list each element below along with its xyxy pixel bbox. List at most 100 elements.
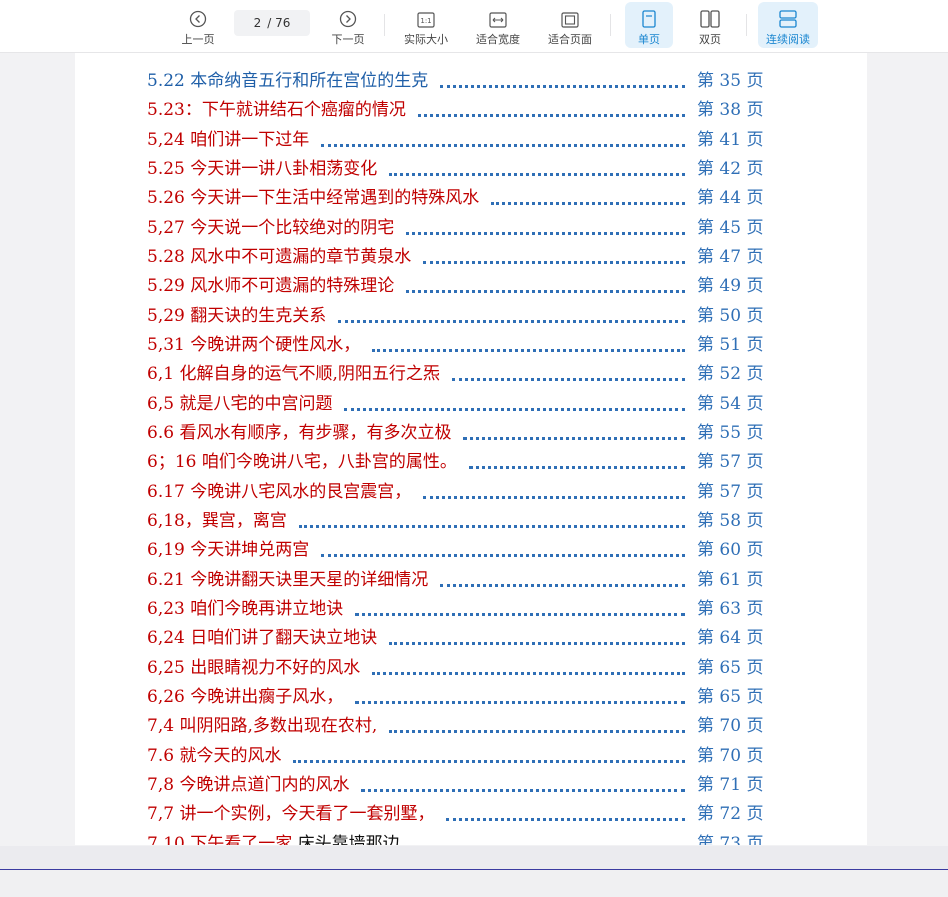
toc-entry[interactable]: 5.23：下午就讲结石个癌瘤的情况 第 38 页 [75, 92, 867, 121]
toc-leader-dots [321, 124, 685, 147]
toc-entry-page: 第 65 页 [697, 686, 764, 707]
toc-leader-dots [491, 182, 685, 206]
toc-entry[interactable]: 6,5 就是八宅的中宫问题 第 54 页 [75, 386, 867, 415]
current-page[interactable]: 2 [254, 16, 262, 30]
toc-entry-title-text: 7.6 就今天的风水 [147, 745, 282, 766]
toc-entry-title: 5.29 风水师不可遗漏的特殊理论 [147, 271, 394, 296]
prev-page-button[interactable]: 上一页 [176, 2, 220, 48]
toc-entry-title: 5.25 今天讲一讲八卦相荡变化 [147, 154, 377, 179]
toc-entry-title: 6；16 咱们今晚讲八宅，八卦宫的属性。 [147, 447, 457, 472]
horizontal-scrollbar[interactable] [0, 846, 948, 870]
toc-entry-title-text: 6,18，巽宫，离宫 [147, 510, 287, 531]
toc-entry[interactable]: 5.22 本命纳音五行和所在宫位的生克 第 35 页 [75, 63, 867, 92]
toc-entry[interactable]: 7.10 下午看了一家 床头靠墙那边 第 73 页 [75, 826, 867, 845]
toc-entry-title: 5,31 今晚讲两个硬性风水， [147, 330, 360, 355]
toc-leader-dots [418, 94, 685, 118]
toc-leader-dots [344, 388, 685, 411]
toc-leader-dots [389, 622, 685, 646]
toc-entry[interactable]: 5,27 今天说一个比较绝对的阴宅 第 45 页 [75, 210, 867, 239]
toc-entry-title-text: 7,7 讲一个实例，今天看了一套别墅， [147, 804, 435, 825]
toc-entry-page: 第 58 页 [697, 510, 764, 531]
toc-entry-page: 第 57 页 [697, 481, 764, 502]
toc-entry[interactable]: 6.17 今晚讲八宅风水的艮宫震宫， 第 57 页 [75, 474, 867, 503]
next-page-button[interactable]: 下一页 [326, 2, 370, 48]
toc-entry-title-text: 6,5 就是八宅的中宫问题 [147, 393, 333, 414]
toc-entry-page: 第 70 页 [697, 716, 764, 737]
toc-entry[interactable]: 5,31 今晚讲两个硬性风水， 第 51 页 [75, 327, 867, 356]
toc-entry-page: 第 64 页 [697, 628, 764, 649]
status-area [0, 870, 948, 897]
toc-entry[interactable]: 5.29 风水师不可遗漏的特殊理论 第 49 页 [75, 268, 867, 297]
toc-entry[interactable]: 5,29 翻天诀的生克关系 第 50 页 [75, 298, 867, 327]
toc-entry[interactable]: 5,24 咱们讲一下过年 第 41 页 [75, 122, 867, 151]
toc-entry[interactable]: 6,25 出眼睛视力不好的风水 第 65 页 [75, 650, 867, 679]
toc-entry[interactable]: 6,19 今天讲坤兑两宫 第 60 页 [75, 532, 867, 561]
toc-entry-page: 第 57 页 [697, 452, 764, 473]
toc-entry-title: 6.21 今晚讲翻天诀里天星的详细情况 [147, 565, 428, 590]
toc-entry[interactable]: 6,23 咱们今晚再讲立地诀 第 63 页 [75, 591, 867, 620]
toc-entry-page: 第 73 页 [697, 833, 764, 845]
toc-entry[interactable]: 6；16 咱们今晚讲八宅，八卦宫的属性。 第 57 页 [75, 444, 867, 473]
double-page-button[interactable]: 双页 [686, 2, 734, 48]
actual-size-button[interactable]: 1:1 实际大小 [400, 2, 452, 48]
toc-entry-title: 6,25 出眼睛视力不好的风水 [147, 653, 360, 678]
toc-entry-title: 6,19 今天讲坤兑两宫 [147, 535, 309, 560]
toc-leader-dots [361, 769, 685, 792]
toc-entry-title: 7.6 就今天的风水 [147, 741, 281, 766]
toc-entry[interactable]: 6.21 今晚讲翻天诀里天星的详细情况 第 61 页 [75, 562, 867, 591]
toc-entry-title: 5.22 本命纳音五行和所在宫位的生克 [147, 66, 428, 91]
toc-entry-title-text: 5,24 咱们讲一下过年 [147, 129, 310, 150]
toc-entry[interactable]: 5.26 今天讲一下生活中经常遇到的特殊风水 第 44 页 [75, 180, 867, 209]
toc-entry[interactable]: 6,18，巽宫，离宫 第 58 页 [75, 503, 867, 532]
continuous-reading-icon [779, 6, 797, 28]
toc-entry-title-text: 5.22 本命纳音五行和所在宫位的生克 [147, 71, 429, 91]
single-page-label: 单页 [638, 33, 660, 46]
toc-leader-dots [321, 534, 685, 558]
chevron-right-icon [339, 6, 357, 28]
toc-entry-page: 第 63 页 [697, 598, 764, 619]
toc-entry-title: 6.17 今晚讲八宅风水的艮宫震宫， [147, 477, 411, 502]
toc-leader-dots [338, 300, 685, 323]
toc-entry-page: 第 38 页 [697, 100, 764, 121]
toc-entry[interactable]: 7,4 叫阴阳路,多数出现在农村, 第 70 页 [75, 708, 867, 737]
fit-page-button[interactable]: 适合页面 [544, 2, 596, 48]
toc-entry-page: 第 45 页 [697, 217, 764, 238]
toc-entry-page: 第 47 页 [697, 246, 764, 267]
toc-entry[interactable]: 7,7 讲一个实例，今天看了一套别墅， 第 72 页 [75, 796, 867, 825]
toc-entry[interactable]: 7,8 今晚讲点道门内的风水 第 71 页 [75, 767, 867, 796]
single-page-icon [642, 6, 656, 28]
page-number-field[interactable]: 2 / 76 [234, 10, 310, 36]
continuous-reading-label: 连续阅读 [766, 33, 810, 46]
toc-leader-dots [372, 329, 685, 352]
toc-entry[interactable]: 5.25 今天讲一讲八卦相荡变化 第 42 页 [75, 151, 867, 180]
toc-entry-page: 第 61 页 [697, 569, 764, 590]
toc-entry-title: 6,5 就是八宅的中宫问题 [147, 389, 332, 414]
toc-entry[interactable]: 6,26 今晚讲出瘸子风水， 第 65 页 [75, 679, 867, 708]
toc-entry-title-text: 6,24 日咱们讲了翻天诀立地诀 [147, 628, 378, 649]
toc-entry-title: 6,18，巽宫，离宫 [147, 506, 287, 531]
fit-width-button[interactable]: 适合宽度 [472, 2, 524, 48]
toc-entry[interactable]: 6,24 日咱们讲了翻天诀立地诀 第 64 页 [75, 620, 867, 649]
toc-entry[interactable]: 7.6 就今天的风水 第 70 页 [75, 738, 867, 767]
single-page-button[interactable]: 单页 [625, 2, 673, 48]
toc-entry-title: 7,4 叫阴阳路,多数出现在农村, [147, 711, 377, 736]
toc-entry-title: 6.6 看风水有顺序，有步骤，有多次立极 [147, 418, 451, 443]
continuous-reading-button[interactable]: 连续阅读 [758, 2, 818, 48]
fit-width-label: 适合宽度 [476, 33, 520, 46]
toc-entry-title: 5,29 翻天诀的生克关系 [147, 301, 326, 326]
toc-entry[interactable]: 5.28 风水中不可遗漏的章节黄泉水 第 47 页 [75, 239, 867, 268]
toc-entry-title-text: 5.25 今天讲一讲八卦相荡变化 [147, 158, 378, 179]
toc-entry-title: 7.10 下午看了一家 床头靠墙那边 [147, 829, 400, 845]
toc-entry-page: 第 70 页 [697, 745, 764, 766]
toc-leader-dots [389, 153, 685, 176]
toc-entry[interactable]: 6,1 化解自身的运气不顺,阴阳五行之炁 第 52 页 [75, 356, 867, 385]
toc-leader-dots [389, 710, 685, 734]
toc-entry[interactable]: 6.6 看风水有顺序，有步骤，有多次立极 第 55 页 [75, 415, 867, 444]
toc-leader-dots [446, 798, 685, 822]
toc-entry-title-text: 6,23 咱们今晚再讲立地诀 [147, 598, 344, 619]
toc-entry-title-text: 5,31 今晚讲两个硬性风水， [147, 334, 361, 355]
toc-entry-title: 6,1 化解自身的运气不顺,阴阳五行之炁 [147, 359, 440, 384]
toc-entry-page: 第 42 页 [697, 158, 764, 179]
actual-size-icon: 1:1 [417, 6, 435, 28]
toc-leader-dots [355, 593, 685, 616]
